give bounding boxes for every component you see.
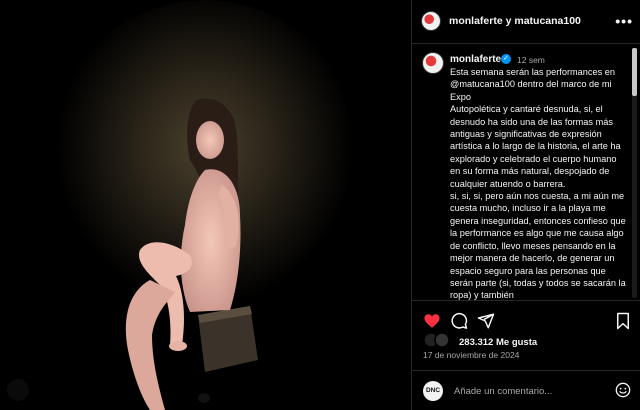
caption-scrollbar[interactable] (632, 48, 637, 298)
post-photo[interactable] (0, 0, 411, 410)
caption-paragraph: si, si, si, pero aún nos cuesta, a mi aú… (450, 191, 626, 300)
comment-bar: DNC (412, 370, 640, 410)
caption-paragraph: Esta semana serán las performances en @m… (450, 67, 615, 102)
commenter-avatar[interactable]: DNC (423, 381, 443, 401)
post-header: monlaferte y matucana100 ••• (412, 0, 640, 44)
send-icon[interactable] (477, 312, 495, 330)
scrollbar-thumb[interactable] (632, 48, 637, 96)
more-horizontal-icon[interactable]: ••• (615, 13, 633, 29)
post-age[interactable]: 12 sem (517, 55, 545, 65)
author-avatar[interactable] (421, 11, 441, 31)
caption-paragraph: Autopolética y cantaré desnuda, si, el d… (450, 104, 621, 189)
comment-icon[interactable] (450, 312, 468, 330)
post-date[interactable]: 17 de noviembre de 2024 (423, 350, 519, 360)
caption-area: monlaferte ✓ 12 sem Esta semana serán la… (412, 46, 640, 300)
heart-filled-icon[interactable] (423, 312, 441, 330)
likes-count[interactable]: 283.312 Me gusta (459, 337, 537, 348)
liked-by-avatars[interactable] (423, 332, 457, 348)
post-image-illustration (0, 0, 411, 410)
bookmark-icon[interactable] (614, 312, 632, 330)
verified-badge-icon: ✓ (501, 54, 511, 64)
caption-username[interactable]: monlaferte (450, 54, 501, 65)
emoji-icon[interactable] (615, 382, 631, 398)
caption-author-avatar[interactable] (422, 52, 444, 74)
post-header-title[interactable]: monlaferte y matucana100 (449, 15, 581, 27)
caption-text: Esta semana serán las performances en @m… (450, 66, 628, 300)
post-side-panel: monlaferte y matucana100 ••• monlaferte … (411, 0, 640, 410)
comment-input[interactable] (454, 384, 604, 398)
